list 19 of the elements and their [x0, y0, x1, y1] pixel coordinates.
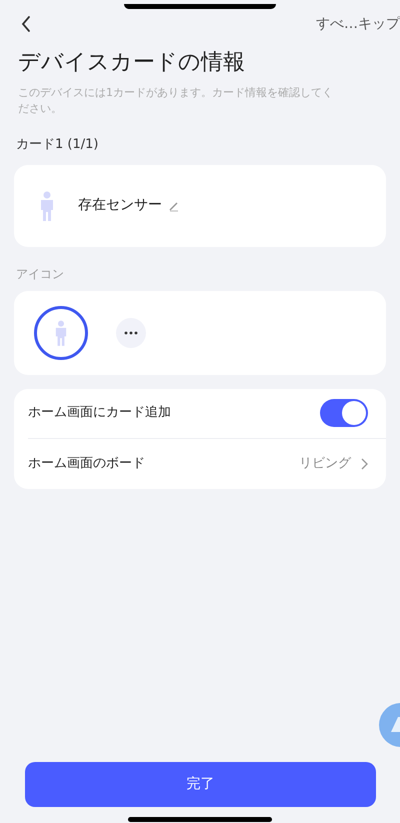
chevron-right-icon: [361, 458, 368, 470]
back-icon: [20, 15, 32, 33]
card-heading: カード1 (1/1): [15, 136, 100, 154]
person-icon: [55, 318, 67, 346]
more-icon: [124, 330, 138, 334]
page-title: デバイスカードの情報: [17, 49, 246, 77]
card-name: 存在センサー: [78, 196, 162, 215]
edit-icon[interactable]: [168, 200, 180, 212]
person-icon-option[interactable]: [34, 306, 88, 360]
section-label: アイコン: [15, 266, 65, 282]
board-selector[interactable]: リビング: [299, 454, 368, 474]
more-button[interactable]: [116, 318, 146, 348]
setting-label: ホーム画面のボード: [28, 454, 145, 473]
description: このデバイスには1カードがあります。カード情報を確認してください。: [17, 85, 334, 117]
setting-label: ホーム画面にカード追加: [28, 404, 171, 422]
toggle-switch[interactable]: [320, 399, 368, 427]
person-icon: [40, 190, 54, 220]
done-button[interactable]: 完了: [25, 762, 376, 807]
skip-button[interactable]: すべ…キップ: [316, 14, 400, 34]
